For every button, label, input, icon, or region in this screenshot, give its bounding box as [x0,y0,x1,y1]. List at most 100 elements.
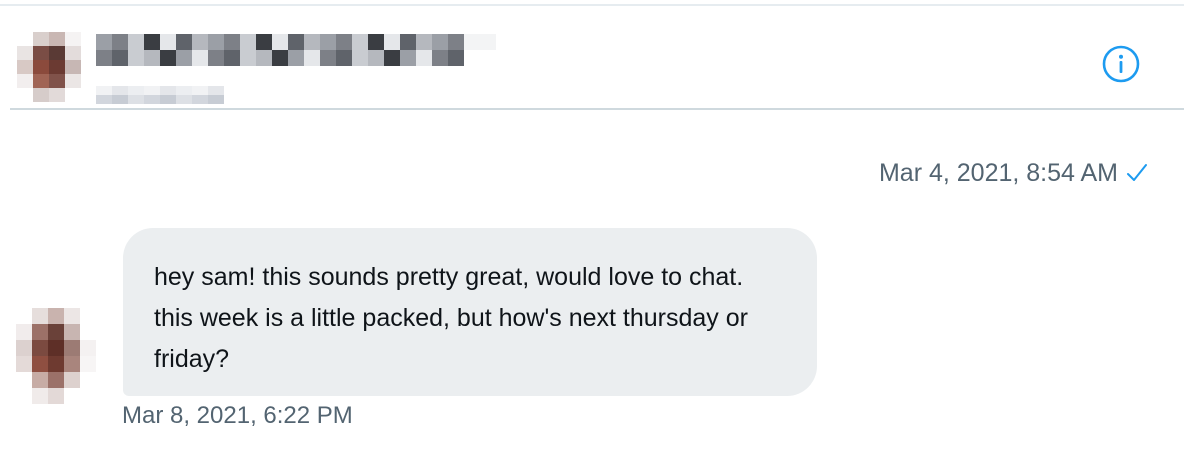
pixel-block [304,50,320,66]
pixel-block [128,50,144,66]
pixel-block [112,50,128,66]
pixel-block [432,34,448,50]
pixel-block [48,308,64,324]
pixel-block [144,50,160,66]
pixel-block [48,324,64,340]
conversation-info-button[interactable] [1102,45,1140,83]
pixel-block [448,34,464,50]
pixel-block [272,50,288,66]
pixel-block [17,88,33,102]
pixel-block [400,50,416,66]
pixel-block [272,34,288,50]
pixel-block [80,372,96,388]
pixel-block [17,46,33,60]
pixel-block [80,388,96,404]
pixel-block [288,34,304,50]
pixel-block [49,46,65,60]
pixel-block [33,60,49,74]
pixel-block [144,34,160,50]
pixel-block [17,74,33,88]
pixel-block [320,34,336,50]
pixel-block [128,34,144,50]
pixel-block [65,60,81,74]
pixel-block [33,46,49,60]
pixel-block [49,74,65,88]
pixel-block [112,86,128,95]
pixel-block [288,50,304,66]
pixel-block [33,74,49,88]
pixel-block [33,32,49,46]
checkmark-icon [1126,162,1148,184]
pixel-block [16,324,32,340]
pixel-block [208,95,224,104]
pixel-block [336,34,352,50]
sender-avatar[interactable] [16,308,96,404]
pixel-block [65,74,81,88]
pixel-block [368,50,384,66]
pixel-block [448,50,464,66]
pixel-block [64,308,80,324]
pixel-block [160,86,176,95]
contact-avatar[interactable] [17,32,81,102]
pixel-block [256,34,272,50]
pixel-block [32,324,48,340]
pixel-block [16,372,32,388]
pixel-block [256,50,272,66]
pixel-block [192,86,208,95]
pixel-block [176,34,192,50]
pixel-block [49,60,65,74]
pixel-block [144,86,160,95]
pixel-block [96,50,112,66]
pixel-block [304,34,320,50]
pixel-block [48,372,64,388]
pixel-block [64,340,80,356]
pixel-block [96,34,112,50]
pixel-block [240,50,256,66]
pixel-block [17,60,33,74]
pixel-block [65,32,81,46]
pixel-block [160,50,176,66]
pixel-block [464,34,480,50]
sent-message-timestamp: Mar 4, 2021, 8:54 AM [878,158,1118,187]
pixel-block [16,308,32,324]
pixel-block [336,50,352,66]
pixel-block [384,50,400,66]
pixel-block [176,50,192,66]
pixel-block [49,88,65,102]
pixel-block [33,88,49,102]
pixel-block [368,34,384,50]
pixel-block [352,34,368,50]
contact-handle-redacted [96,86,224,104]
received-message-bubble[interactable]: hey sam! this sounds pretty great, would… [123,228,817,396]
pixel-block [160,95,176,104]
pixel-block [144,95,160,104]
pixel-block [32,388,48,404]
pixel-block [352,50,368,66]
pixel-block [416,50,432,66]
pixel-block [48,356,64,372]
pixel-block [128,86,144,95]
pixel-block [192,95,208,104]
pixel-block [64,388,80,404]
pixel-block [128,95,144,104]
sent-message-meta: Mar 4, 2021, 8:54 AM [879,158,1148,188]
received-message-timestamp: Mar 8, 2021, 6:22 PM [122,402,353,429]
pixel-block [48,340,64,356]
pixel-block [224,34,240,50]
pixel-block [480,34,496,50]
pixel-block [80,308,96,324]
pixel-block [16,356,32,372]
pixel-block [240,34,256,50]
pixel-block [17,32,33,46]
pixel-block [16,340,32,356]
pixel-block [96,86,112,95]
pixel-block [384,34,400,50]
received-message-text: hey sam! this sounds pretty great, would… [154,263,748,373]
pixel-block [48,388,64,404]
pixel-block [32,372,48,388]
pixel-block [176,86,192,95]
pixel-block [32,356,48,372]
pixel-block [49,32,65,46]
pixel-block [96,95,112,104]
pixel-block [80,324,96,340]
